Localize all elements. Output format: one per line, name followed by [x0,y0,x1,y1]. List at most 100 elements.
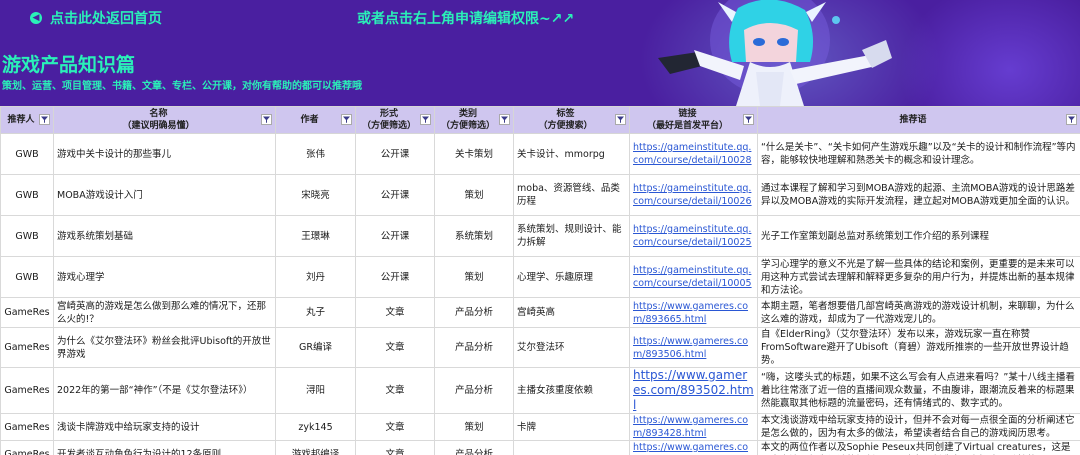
cell-tags[interactable]: 宫崎英高 [513,297,630,328]
filter-icon[interactable] [261,114,272,125]
column-header-recommender: 推荐人 [0,106,54,134]
cell-name[interactable]: 为什么《艾尔登法环》粉丝会批评Ubisoft的开放世界游戏 [53,327,276,368]
cell-category[interactable]: 策划 [434,174,514,216]
filter-icon[interactable] [743,114,754,125]
filter-icon[interactable] [341,114,352,125]
column-header-label: 推荐语 [899,115,927,125]
cell-form[interactable]: 公开课 [355,133,435,175]
cell-category[interactable]: 产品分析 [434,297,514,328]
cell-recommender[interactable]: GameRes [0,440,54,455]
cell-recommender[interactable]: GameRes [0,327,54,368]
cell-name[interactable]: MOBA游戏设计入门 [53,174,276,216]
cell-link[interactable]: https://gameinstitute.qq.com/course/deta… [629,174,758,216]
cell-recommender[interactable]: GWB [0,256,54,298]
cell-link[interactable]: https://www.gameres.com/893427.html [629,440,758,455]
table-row: GameRes 浅谈卡牌游戏中给玩家支持的设计 zyk145 文章 策划 卡牌 … [0,413,1080,441]
table-row: GWB 游戏中关卡设计的那些事儿 张伟 公开课 关卡策划 关卡设计、mmorpg… [0,133,1080,175]
cell-category[interactable]: 关卡策划 [434,133,514,175]
cell-form[interactable]: 文章 [355,297,435,328]
cell-author[interactable]: GR编译 [275,327,356,368]
cell-tags[interactable]: 心理学、乐趣原理 [513,256,630,298]
cell-tags[interactable]: 卡牌 [513,413,630,441]
column-header-label: 形式 [379,109,398,119]
apply-edit-link[interactable]: 或者点击右上角申请编辑权限~↗↗ [357,8,574,28]
cell-form[interactable]: 文章 [355,440,435,455]
filter-icon[interactable] [615,114,626,125]
cell-author[interactable]: 刘丹 [275,256,356,298]
cell-tags[interactable]: 艾尔登法环 [513,327,630,368]
back-arrow-icon: ◀ [30,12,42,24]
cell-recommender[interactable]: GameRes [0,297,54,328]
cell-form[interactable]: 文章 [355,327,435,368]
cell-author[interactable]: 浔阳 [275,367,356,414]
cell-author[interactable]: 宋晓亮 [275,174,356,216]
cell-author[interactable]: 游戏邦编译 [275,440,356,455]
cell-name[interactable]: 浅谈卡牌游戏中给玩家支持的设计 [53,413,276,441]
column-header-label: 名称 [149,109,168,119]
table-row: GWB 游戏心理学 刘丹 公开课 策划 心理学、乐趣原理 https://gam… [0,256,1080,298]
column-header-label: 类别 [458,109,477,119]
cell-category[interactable]: 系统策划 [434,215,514,257]
cell-link[interactable]: https://www.gameres.com/893665.html [629,297,758,328]
cell-note[interactable]: 通过本课程了解和学习到MOBA游戏的起源、主流MOBA游戏的设计思路差异以及MO… [757,174,1080,216]
cell-form[interactable]: 公开课 [355,256,435,298]
cell-note[interactable]: “嗨，这喽头式的标题，如果不这么写会有人点进来看吗？”某十八线主播看着比往常涨了… [757,367,1080,414]
column-header-sublabel: （最好是首发平台） [646,121,728,131]
cell-note[interactable]: 自《ElderRing》（艾尔登法环）发布以来，游戏玩家一直在称赞FromSof… [757,327,1080,368]
column-header-label: 推荐人 [7,115,35,125]
cell-recommender[interactable]: GWB [0,133,54,175]
cell-link[interactable]: https://gameinstitute.qq.com/course/deta… [629,133,758,175]
cell-form[interactable]: 文章 [355,413,435,441]
cell-tags[interactable] [513,440,630,455]
cell-name[interactable]: 2022年的第一部“神作”（不是《艾尔登法环》） [53,367,276,414]
cell-recommender[interactable]: GWB [0,174,54,216]
column-header-form: 形式 （方便筛选） [355,106,435,134]
column-header-category: 类别 （方便筛选） [434,106,514,134]
cell-link[interactable]: https://www.gameres.com/893428.html [629,413,758,441]
cell-link[interactable]: https://www.gameres.com/893502.html [629,367,758,414]
cell-tags[interactable]: 系统策划、规则设计、能力拆解 [513,215,630,257]
cell-tags[interactable]: moba、资源管线、品类历程 [513,174,630,216]
cell-recommender[interactable]: GameRes [0,367,54,414]
cell-tags[interactable]: 关卡设计、mmorpg [513,133,630,175]
cell-category[interactable]: 产品分析 [434,440,514,455]
back-home-link[interactable]: ◀ 点击此处返回首页 [30,8,162,28]
cell-category[interactable]: 产品分析 [434,367,514,414]
cell-note[interactable]: 本期主题，笔者想要借几部宫崎英高游戏的游戏设计机制，来聊聊，为什么这么难的游戏，… [757,297,1080,328]
cell-link[interactable]: https://www.gameres.com/893506.html [629,327,758,368]
cell-note[interactable]: “什么是关卡”、“关卡如何产生游戏乐趣”以及“关卡的设计和制作流程”等内容，能够… [757,133,1080,175]
cell-category[interactable]: 策划 [434,413,514,441]
cell-note[interactable]: 学习心理学的意义不光是了解一些具体的结论和案例，更重要的是未来可以用这种方式尝试… [757,256,1080,298]
cell-name[interactable]: 游戏心理学 [53,256,276,298]
cell-link[interactable]: https://gameinstitute.qq.com/course/deta… [629,256,758,298]
cell-tags[interactable]: 主播女孩重度依赖 [513,367,630,414]
cell-note[interactable]: 本文的两位作者以及Sophie Peseux共同创建了Virtual creat… [757,440,1080,455]
filter-icon[interactable] [39,114,50,125]
column-header-tags: 标签 （方便搜索） [513,106,630,134]
cell-author[interactable]: zyk145 [275,413,356,441]
cell-form[interactable]: 公开课 [355,215,435,257]
cell-note[interactable]: 光子工作室策划副总监对系统策划工作介绍的系列课程 [757,215,1080,257]
cell-recommender[interactable]: GWB [0,215,54,257]
filter-icon[interactable] [499,114,510,125]
filter-icon[interactable] [1066,114,1077,125]
cell-category[interactable]: 策划 [434,256,514,298]
cell-form[interactable]: 公开课 [355,174,435,216]
cell-category[interactable]: 产品分析 [434,327,514,368]
cell-name[interactable]: 游戏系统策划基础 [53,215,276,257]
cell-link[interactable]: https://gameinstitute.qq.com/course/deta… [629,215,758,257]
filter-icon[interactable] [420,114,431,125]
cell-name[interactable]: 宫崎英高的游戏是怎么做到那么难的情况下，还那么火的!？ [53,297,276,328]
column-header-note: 推荐语 [757,106,1080,134]
cell-author[interactable]: 丸子 [275,297,356,328]
cell-form[interactable]: 文章 [355,367,435,414]
cell-author[interactable]: 张伟 [275,133,356,175]
cell-author[interactable]: 王璟琳 [275,215,356,257]
column-header-sublabel: （方便筛选） [361,121,416,131]
cell-name[interactable]: 游戏中关卡设计的那些事儿 [53,133,276,175]
cell-recommender[interactable]: GameRes [0,413,54,441]
cell-name[interactable]: 开发者谈互动角色行为设计的12条原则 [53,440,276,455]
banner-glow [900,0,1080,106]
cell-note[interactable]: 本文浅谈游戏中给玩家支持的设计，但并不会对每一点很全面的分析阐述它是怎么做的，因… [757,413,1080,441]
column-header-sublabel: （方便筛选） [440,121,495,131]
